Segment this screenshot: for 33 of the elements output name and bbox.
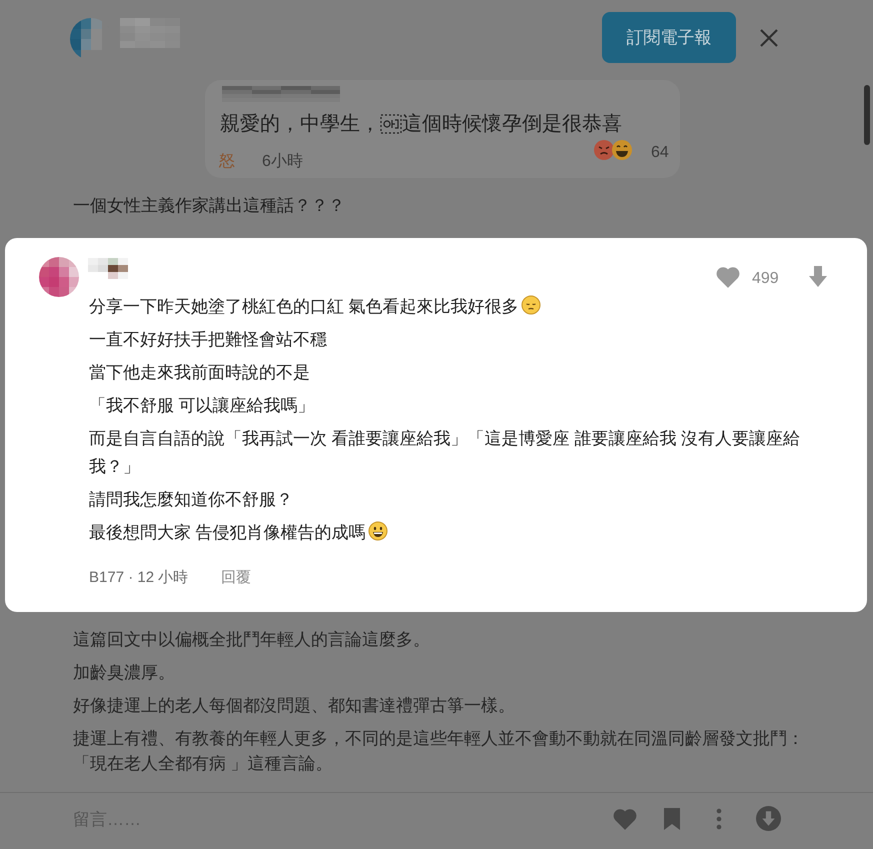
comment-text: 最後想問大家 告侵犯肖像權告的成嗎 [89,523,366,542]
heart-icon[interactable] [715,265,741,289]
placeholder-glyph-icon [380,114,402,134]
comment-text: 請問我怎麼知道你不舒服？ [89,490,293,509]
comment-meta: B177 · 12 小時 [89,568,188,588]
scrollbar-thumb[interactable] [864,85,870,145]
emoji-icon [368,521,388,541]
comment-text: 當下他走來我前面時說的不是 [89,363,310,382]
reaction-count: 64 [651,143,669,163]
emoji-icon [520,295,541,315]
more-icon[interactable] [716,808,722,830]
subscribe-button[interactable]: 訂閱電子報 [602,12,736,63]
post-text: 捷運上有禮、有教養的年輕人更多，不同的是這些年輕人並不會動不動就在同溫同齡層發文批鬥：「現在老人全都有病 」這種言論。 [73,728,805,775]
quoted-comment-text: 親愛的，中學生， [220,112,380,137]
heart-icon[interactable] [612,807,638,831]
comment-text: 一直不好好扶手把難怪會站不穩 [89,330,327,349]
reaction-emoji-icon [593,139,633,161]
post-text: 好像捷運上的老人每個都沒問題、都知書達禮彈古箏一樣。 [73,695,516,717]
post-text: 這篇回文中以偏概全批鬥年輕人的言論這麼多。 [73,629,431,651]
download-icon[interactable] [756,806,781,831]
reply-link[interactable]: 回覆 [221,567,251,590]
bookmark-icon[interactable] [663,807,681,831]
post-text: 一個女性主義作家講出這種話？？？ [73,195,345,217]
comment-text: 而是自言自語的說「我再試一次 看誰要讓座給我」「這是博愛座 誰要讓座給我 沒有人要讓座給我？」 [89,429,800,476]
downvote-icon[interactable] [808,265,828,289]
blurred-name [120,18,180,48]
quoted-comment-text: 這個時候懷孕倒是很恭喜 [402,112,622,137]
like-count: 499 [752,269,779,289]
post-text: 加齡臭濃厚。 [73,662,176,684]
close-icon[interactable] [759,28,779,48]
comment-time: 6小時 [262,152,303,172]
comment-text: 「我不舒服 可以讓座給我嗎」 [89,396,315,415]
comment-text: 分享一下昨天她塗了桃紅色的口紅 氣色看起來比我好很多 [89,297,519,316]
